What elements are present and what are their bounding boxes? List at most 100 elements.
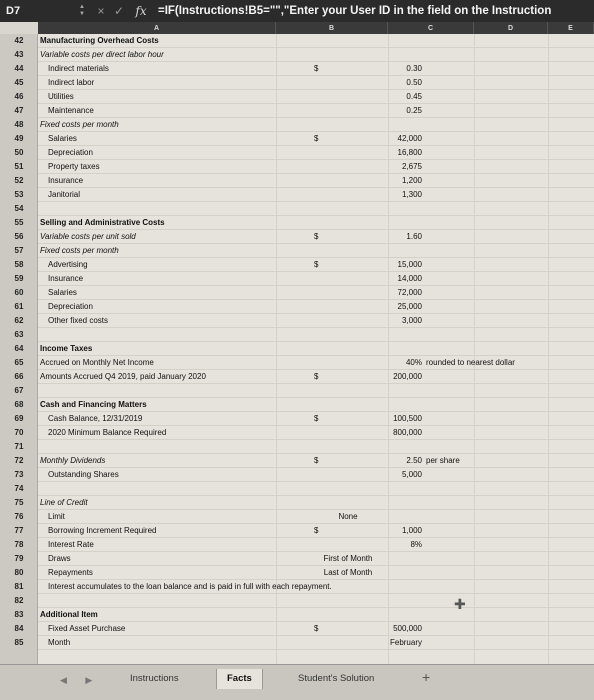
value-cell[interactable]: 100,500	[338, 412, 422, 426]
value-cell[interactable]: 1,200	[338, 174, 422, 188]
column-header-c[interactable]: C	[388, 22, 474, 34]
row-label[interactable]: Additional Item	[40, 608, 98, 622]
row-number[interactable]: 45	[0, 76, 38, 90]
note-cell[interactable]: per share	[426, 454, 460, 468]
value-cell[interactable]: 0.30	[338, 62, 422, 76]
column-header-b[interactable]: B	[276, 22, 388, 34]
row-number[interactable]: 70	[0, 426, 38, 440]
row-label[interactable]: Monthly Dividends	[40, 454, 105, 468]
row-label[interactable]: Other fixed costs	[48, 314, 108, 328]
row-label[interactable]: Insurance	[48, 272, 83, 286]
add-sheet-button[interactable]: +	[422, 669, 430, 685]
value-cell[interactable]: 1,000	[338, 524, 422, 538]
row-label[interactable]: Depreciation	[48, 300, 93, 314]
row-label[interactable]: Interest accumulates to the loan balance…	[48, 580, 332, 594]
value-cell[interactable]: 16,800	[338, 146, 422, 160]
row-number[interactable]: 57	[0, 244, 38, 258]
row-label[interactable]: Indirect materials	[48, 62, 109, 76]
row-number[interactable]: 83	[0, 608, 38, 622]
value-cell[interactable]: 0.25	[338, 104, 422, 118]
row-number[interactable]: 56	[0, 230, 38, 244]
row-label[interactable]: Outstanding Shares	[48, 468, 119, 482]
row-number[interactable]: 82	[0, 594, 38, 608]
row-number[interactable]: 73	[0, 468, 38, 482]
value-cell[interactable]: None	[318, 510, 378, 524]
row-number[interactable]: 66	[0, 370, 38, 384]
row-number[interactable]: 60	[0, 286, 38, 300]
row-number[interactable]: 47	[0, 104, 38, 118]
row-number[interactable]: 81	[0, 580, 38, 594]
row-label[interactable]: Manufacturing Overhead Costs	[40, 34, 159, 48]
row-label[interactable]: Fixed costs per month	[40, 118, 119, 132]
sheet-nav-arrows-icon[interactable]: ◀ ▶	[60, 675, 100, 686]
row-number[interactable]: 63	[0, 328, 38, 342]
value-cell[interactable]: 3,000	[338, 314, 422, 328]
value-cell[interactable]: 500,000	[338, 622, 422, 636]
tab-facts[interactable]: Facts	[216, 669, 263, 689]
row-number[interactable]: 62	[0, 314, 38, 328]
row-number[interactable]: 80	[0, 566, 38, 580]
row-number[interactable]: 64	[0, 342, 38, 356]
value-cell[interactable]: 72,000	[338, 286, 422, 300]
row-label[interactable]: Selling and Administrative Costs	[40, 216, 165, 230]
row-label[interactable]: Cash Balance, 12/31/2019	[48, 412, 142, 426]
row-number[interactable]: 59	[0, 272, 38, 286]
value-cell[interactable]: February	[338, 636, 422, 650]
row-label[interactable]: Line of Credit	[40, 496, 88, 510]
formula-input[interactable]: =IF(Instructions!B5="","Enter your User …	[154, 5, 594, 17]
row-number[interactable]: 76	[0, 510, 38, 524]
row-label[interactable]: Amounts Accrued Q4 2019, paid January 20…	[40, 370, 206, 384]
row-number[interactable]: 77	[0, 524, 38, 538]
value-cell[interactable]: 200,000	[338, 370, 422, 384]
value-cell[interactable]: 800,000	[338, 426, 422, 440]
row-label[interactable]: Limit	[48, 510, 65, 524]
row-number[interactable]: 75	[0, 496, 38, 510]
row-number[interactable]: 46	[0, 90, 38, 104]
tab-students-solution[interactable]: Student's Solution	[288, 669, 384, 689]
value-cell[interactable]: 15,000	[338, 258, 422, 272]
note-cell[interactable]: rounded to nearest dollar	[426, 356, 515, 370]
value-cell[interactable]: 5,000	[338, 468, 422, 482]
row-label[interactable]: Variable costs per unit sold	[40, 230, 136, 244]
row-number[interactable]: 49	[0, 132, 38, 146]
row-label[interactable]: 2020 Minimum Balance Required	[48, 426, 166, 440]
value-cell[interactable]: First of Month	[318, 552, 378, 566]
row-label[interactable]: Fixed costs per month	[40, 244, 119, 258]
value-cell[interactable]: 1.60	[338, 230, 422, 244]
value-cell[interactable]: 2,675	[338, 160, 422, 174]
row-number[interactable]: 79	[0, 552, 38, 566]
row-number[interactable]: 58	[0, 258, 38, 272]
row-number[interactable]: 72	[0, 454, 38, 468]
column-header-e[interactable]: E	[548, 22, 594, 34]
row-label[interactable]: Fixed Asset Purchase	[48, 622, 125, 636]
value-cell[interactable]: 1,300	[338, 188, 422, 202]
value-cell[interactable]: 40%	[338, 356, 422, 370]
value-cell[interactable]: 8%	[338, 538, 422, 552]
row-label[interactable]: Variable costs per direct labor hour	[40, 48, 164, 62]
row-label[interactable]: Cash and Financing Matters	[40, 398, 147, 412]
row-number[interactable]: 65	[0, 356, 38, 370]
cancel-icon[interactable]: ×	[92, 4, 110, 18]
row-label[interactable]: Insurance	[48, 174, 83, 188]
row-number[interactable]: 71	[0, 440, 38, 454]
row-number[interactable]: 42	[0, 34, 38, 48]
row-label[interactable]: Interest Rate	[48, 538, 94, 552]
row-number[interactable]: 52	[0, 174, 38, 188]
row-label[interactable]: Utilities	[48, 90, 74, 104]
row-label[interactable]: Borrowing Increment Required	[48, 524, 157, 538]
row-label[interactable]: Janitorial	[48, 188, 80, 202]
row-number[interactable]: 54	[0, 202, 38, 216]
row-number[interactable]: 61	[0, 300, 38, 314]
row-number[interactable]: 53	[0, 188, 38, 202]
name-box-dropdown-icon[interactable]: ▲ ▼	[72, 0, 92, 22]
value-cell[interactable]: 2.50	[338, 454, 422, 468]
row-number[interactable]: 69	[0, 412, 38, 426]
row-label[interactable]: Indirect labor	[48, 76, 94, 90]
value-cell[interactable]: 14,000	[338, 272, 422, 286]
cell-grid[interactable]: Manufacturing Overhead Costs Variable cos…	[38, 34, 594, 664]
row-number[interactable]: 68	[0, 398, 38, 412]
value-cell[interactable]: 42,000	[338, 132, 422, 146]
row-number[interactable]: 67	[0, 384, 38, 398]
row-label[interactable]: Salaries	[48, 132, 77, 146]
row-label[interactable]: Salaries	[48, 286, 77, 300]
